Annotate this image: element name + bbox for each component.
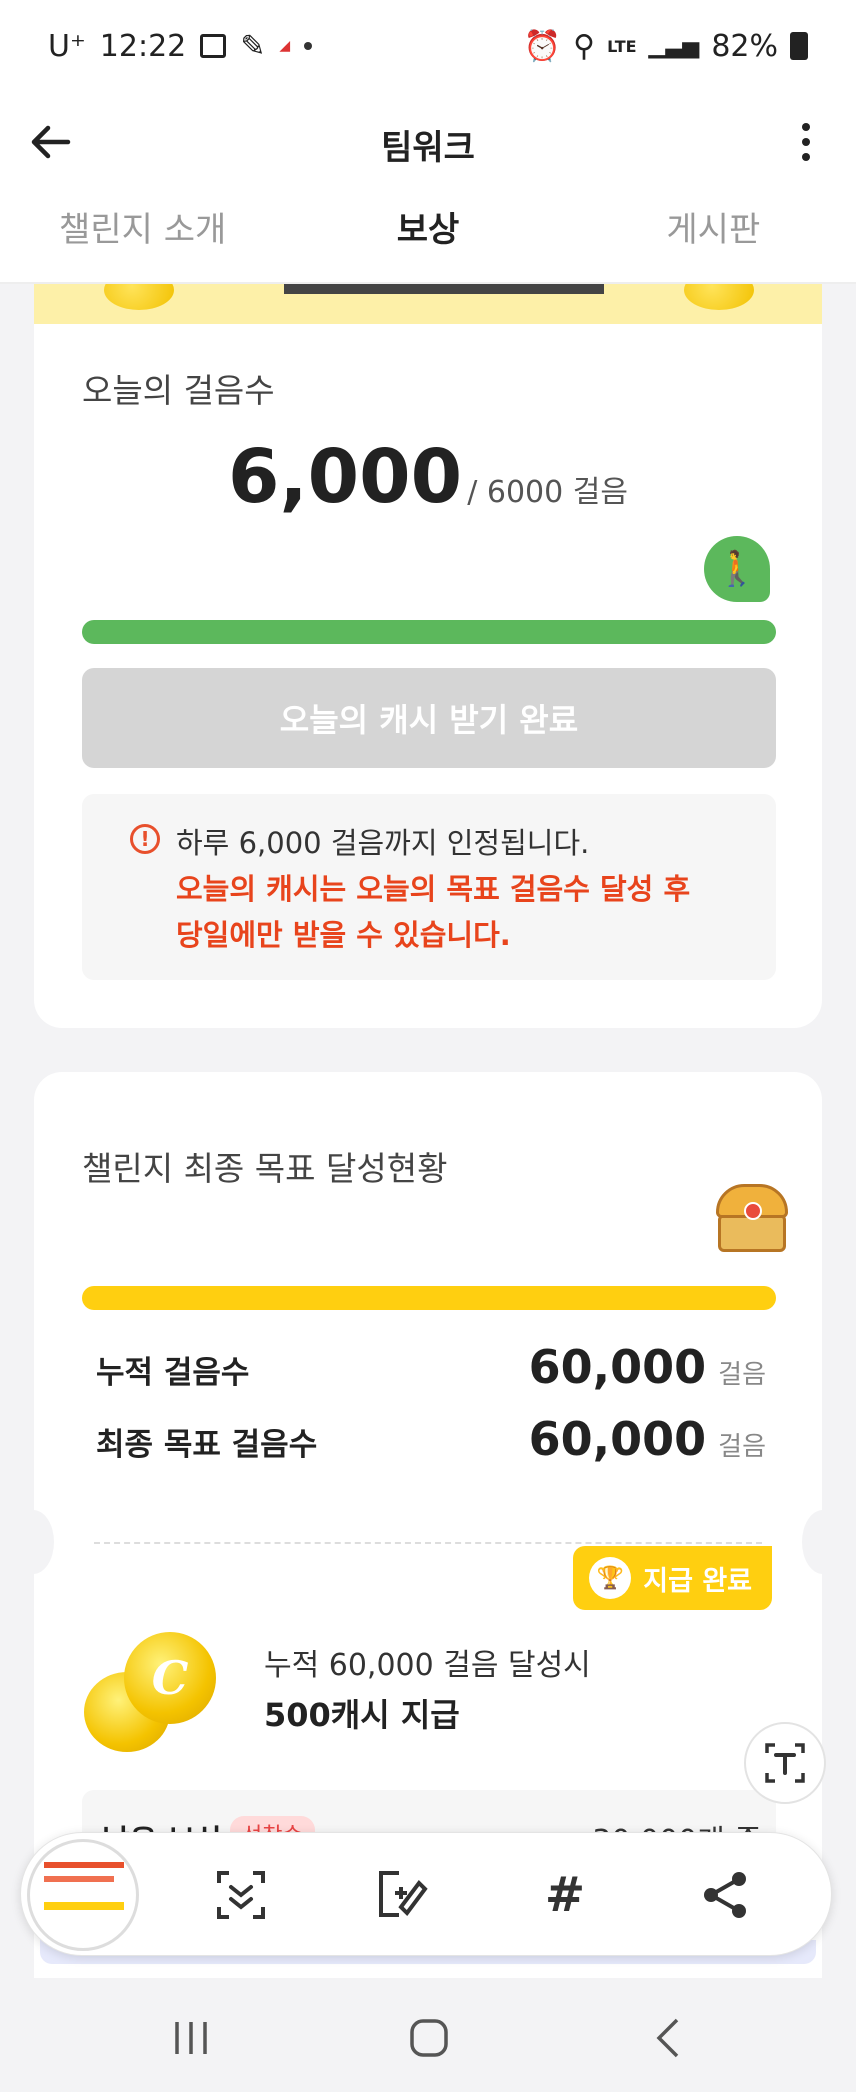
system-nav-bar <box>0 1978 856 2092</box>
notice-line-3: 당일에만 받을 수 있습니다. <box>176 918 511 952</box>
target-steps-value: 60,000 <box>528 1412 707 1466</box>
today-steps-card: 오늘의 걸음수 6,000 / 6000 걸음 🚶 오늘의 캐시 받기 완료 !… <box>34 324 822 1028</box>
status-bar: U⁺ 12:22 ✎ ◢ ⏰ ⚲ LTE ▁▃▅ 82% <box>0 0 856 92</box>
more-vert-icon <box>802 123 810 131</box>
ticket-notch-left <box>12 1510 54 1574</box>
chest-icon <box>712 1184 792 1258</box>
screenshot-thumbnail[interactable] <box>27 1839 139 1951</box>
screenshot-toolbar: # <box>20 1832 832 1956</box>
reward-amount: 500캐시 지급 <box>264 1696 460 1734</box>
paid-label: 지급 완료 <box>643 1565 752 1597</box>
notice-box: ! 하루 6,000 걸음까지 인정됩니다. 오늘의 캐시는 오늘의 목표 걸음… <box>82 794 776 980</box>
battery-icon <box>790 32 808 60</box>
ticket-notch-right <box>802 1510 844 1574</box>
target-steps-label: 최종 목표 걸음수 <box>96 1427 318 1463</box>
reward-condition: 누적 60,000 걸음 달성시 <box>264 1648 591 1683</box>
recents-icon <box>175 2022 207 2054</box>
trophy-icon: 🏆 <box>589 1557 632 1599</box>
claim-cash-button[interactable]: 오늘의 캐시 받기 완료 <box>82 668 776 768</box>
text-extract-button[interactable] <box>744 1722 826 1804</box>
walker-icon: 🚶 <box>704 536 770 602</box>
share-button[interactable] <box>693 1863 757 1927</box>
today-steps-title: 오늘의 걸음수 <box>82 371 275 410</box>
notice-line-1: 하루 6,000 걸음까지 인정됩니다. <box>176 826 590 860</box>
location-icon: ⚲ <box>573 28 596 64</box>
hashtag-icon: # <box>544 1867 586 1923</box>
today-progress-bar <box>82 620 776 644</box>
info-icon: ! <box>130 824 160 854</box>
red-app-icon: ◢ <box>279 38 291 54</box>
home-button[interactable] <box>394 2008 464 2068</box>
unit-label: 걸음 <box>718 1360 766 1390</box>
text-extract-icon <box>765 1743 805 1783</box>
alarm-icon: ⏰ <box>523 28 562 64</box>
divider <box>94 1542 762 1544</box>
back-nav-button[interactable] <box>634 2008 704 2068</box>
edit-button[interactable] <box>371 1863 435 1927</box>
today-steps-readout: 6,000 / 6000 걸음 <box>34 434 822 520</box>
tab-challenge-intro[interactable]: 챌린지 소개 <box>0 192 285 282</box>
back-nav-icon <box>656 2018 679 2058</box>
cumulative-steps-row: 누적 걸음수 60,000 걸음 <box>82 1340 776 1394</box>
gallery-icon <box>200 34 227 58</box>
tab-reward[interactable]: 보상 <box>285 192 570 282</box>
tab-bar: 챌린지 소개 보상 게시판 <box>0 192 856 284</box>
share-icon <box>704 1872 746 1918</box>
coin-icon <box>104 284 174 310</box>
coin-letter: C <box>124 1632 216 1724</box>
notification-dot-icon <box>304 42 313 50</box>
unit-label: 걸음 <box>718 1432 766 1462</box>
final-goal-title: 챌린지 최종 목표 달성현황 <box>82 1149 448 1188</box>
target-steps-row: 최종 목표 걸음수 60,000 걸음 <box>82 1412 776 1466</box>
cumulative-steps-label: 누적 걸음수 <box>96 1355 250 1391</box>
home-icon <box>410 2019 448 2057</box>
final-progress-bar <box>82 1286 776 1310</box>
edit-icon <box>379 1871 428 1917</box>
app-bar: 팀워크 <box>0 92 856 192</box>
page-title: 팀워크 <box>381 128 475 168</box>
carrier-label: U⁺ <box>48 28 86 64</box>
network-label: LTE <box>607 36 637 56</box>
today-steps-goal: / 6000 걸음 <box>467 475 628 510</box>
coin-icon <box>684 284 754 310</box>
signal-icon: ▁▃▅ <box>648 33 700 59</box>
today-steps-value: 6,000 <box>228 434 463 520</box>
paid-badge: 🏆 지급 완료 <box>573 1546 772 1610</box>
cumulative-steps-value: 60,000 <box>528 1340 707 1394</box>
tab-board[interactable]: 게시판 <box>571 192 856 282</box>
reward-banner <box>34 284 822 324</box>
scroll-capture-icon <box>217 1871 265 1919</box>
battery-label: 82% <box>711 28 778 64</box>
more-button[interactable] <box>786 112 826 172</box>
notice-line-2: 오늘의 캐시는 오늘의 목표 걸음수 달성 후 <box>176 872 691 906</box>
banner-text-cutoff <box>284 284 604 294</box>
time-label: 12:22 <box>99 28 187 64</box>
app-notification-icon: ✎ <box>240 28 266 64</box>
coin-icon: C <box>84 1632 216 1762</box>
recents-button[interactable] <box>156 2008 226 2068</box>
hashtag-button[interactable]: # <box>533 1863 597 1927</box>
scroll-capture-button[interactable] <box>209 1863 273 1927</box>
